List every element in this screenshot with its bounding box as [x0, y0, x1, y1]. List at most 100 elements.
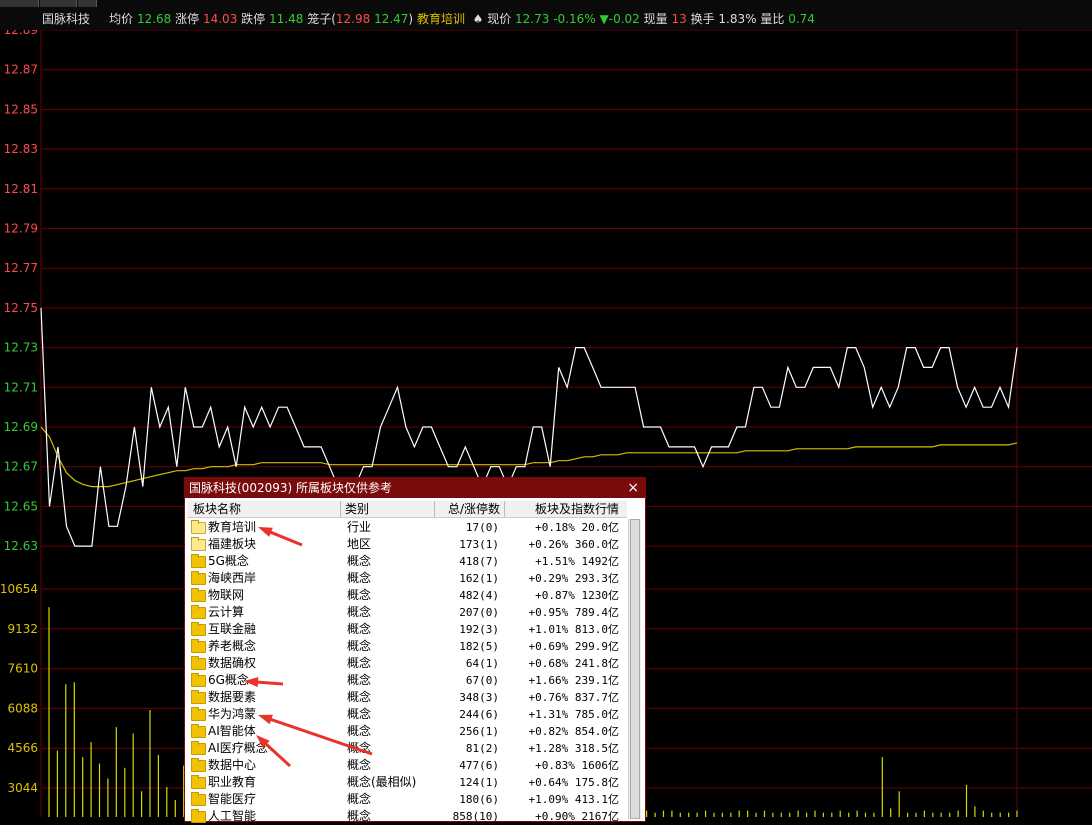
price-tick-label: 12.83 [4, 142, 38, 156]
sector-name: 互联金融 [208, 622, 257, 636]
dialog-scrollbar[interactable] [628, 519, 641, 819]
sector-name: 6G概念 [208, 673, 249, 687]
sector-count: 192(3) [459, 623, 499, 636]
list-item[interactable]: 数据要素 概念 348(3) +0.76% 837.7亿 [187, 689, 627, 706]
sector-category: 行业 [347, 520, 372, 534]
sector-dialog[interactable]: 国脉科技(002093) 所属板块仅供参考 × 板块名称 类别 总/涨停数 板块… [184, 477, 646, 825]
sector-category: 概念 [347, 673, 372, 687]
scroll-thumb[interactable] [630, 519, 640, 819]
list-item[interactable]: 数据确权 概念 64(1) +0.68% 241.8亿 [187, 655, 627, 672]
sector-category: 概念 [347, 656, 372, 670]
close-icon[interactable]: × [627, 478, 639, 498]
sector-name: 数据确权 [208, 656, 257, 670]
sector-quote: +0.82% 854.0亿 [528, 725, 619, 738]
sector-name: 海峡西岸 [208, 571, 257, 585]
folder-icon [191, 724, 206, 738]
list-item[interactable]: 教育培训 行业 17(0) +0.18% 20.0亿 [187, 519, 627, 536]
tab-refresh[interactable] [78, 0, 97, 7]
sector-count: 173(1) [459, 538, 499, 551]
sector-name: 数据要素 [208, 690, 257, 704]
sector-count: 182(5) [459, 640, 499, 653]
price-tick-label: 12.67 [4, 460, 38, 474]
folder-icon [191, 673, 206, 687]
turnover-label: 换手 [690, 12, 715, 26]
quote-info-bar: 国脉科技 均价 12.68 涨停 14.03 跌停 11.48 笼子(12.98… [0, 0, 1092, 30]
list-item[interactable]: 云计算 概念 207(0) +0.95% 789.4亿 [187, 604, 627, 621]
sector-count: 256(1) [459, 725, 499, 738]
folder-icon [191, 758, 206, 772]
col-header-name[interactable]: 板块名称 [187, 501, 341, 517]
price-tick-label: 12.87 [4, 63, 38, 77]
sector-count: 180(6) [459, 793, 499, 806]
sector-category: 概念 [347, 758, 372, 772]
avg-value: 12.68 [136, 12, 172, 26]
volume-tick-label: 7610 [7, 662, 38, 676]
sector-quote: +1.66% 239.1亿 [528, 674, 619, 687]
volume-tick-label: 10654 [0, 582, 38, 596]
stock-name[interactable]: 国脉科技 [42, 12, 90, 26]
sector-category: 概念 [347, 571, 372, 585]
price-tick-label: 12.77 [4, 261, 38, 275]
list-item[interactable]: 职业教育 概念(最相似) 124(1) +0.64% 175.8亿 [187, 774, 627, 791]
sector-name: 数据中心 [208, 758, 257, 772]
sector-list: 教育培训 行业 17(0) +0.18% 20.0亿 福建板块 地区 173(1) +0.26… [187, 519, 627, 825]
price-tick-label: 12.73 [4, 341, 38, 355]
change-pct: -0.16% [553, 12, 596, 26]
limit-up-label: 涨停 [175, 12, 200, 26]
sector-count: 17(0) [465, 521, 499, 534]
bidask-high: 12.98 [335, 12, 371, 26]
list-item[interactable]: AI智能体 概念 256(1) +0.82% 854.0亿 [187, 723, 627, 740]
view-tabs[interactable] [0, 0, 100, 7]
volume-value: 13 [671, 12, 687, 26]
sector-quote: +0.69% 299.9亿 [528, 640, 619, 653]
sector-category: 概念 [347, 792, 372, 806]
volume-tick-label: 4566 [7, 741, 38, 755]
bidask-low: 12.47 [374, 12, 409, 26]
list-item[interactable]: AI医疗概念 概念 81(2) +1.28% 318.5亿 [187, 740, 627, 757]
col-header-count[interactable]: 总/涨停数 [435, 501, 505, 517]
folder-icon [191, 520, 206, 534]
price-value: 12.73 [515, 12, 550, 26]
list-item[interactable]: 养老概念 概念 182(5) +0.69% 299.9亿 [187, 638, 627, 655]
list-item[interactable]: 6G概念 概念 67(0) +1.66% 239.1亿 [187, 672, 627, 689]
folder-icon [191, 741, 206, 755]
col-header-category[interactable]: 类别 [341, 501, 435, 517]
list-item[interactable]: 5G概念 概念 418(7) +1.51% 1492亿 [187, 553, 627, 570]
sector-name: 云计算 [208, 605, 245, 619]
sector-quote: +0.64% 175.8亿 [528, 776, 619, 789]
tab-kline[interactable] [40, 0, 77, 7]
tab-time[interactable] [0, 0, 39, 7]
folder-icon [191, 656, 206, 670]
sector-category: 概念 [347, 639, 372, 653]
list-item[interactable]: 互联金融 概念 192(3) +1.01% 813.0亿 [187, 621, 627, 638]
folder-icon [191, 622, 206, 636]
sector-name: 物联网 [208, 588, 245, 602]
dialog-titlebar[interactable]: 国脉科技(002093) 所属板块仅供参考 × [185, 478, 645, 498]
list-item[interactable]: 福建板块 地区 173(1) +0.26% 360.0亿 [187, 536, 627, 553]
sector-name: AI医疗概念 [208, 741, 268, 755]
sector-link[interactable]: 教育培训 [417, 12, 465, 26]
list-item[interactable]: 华为鸿蒙 概念 244(6) +1.31% 785.0亿 [187, 706, 627, 723]
sector-count: 482(4) [459, 589, 499, 602]
folder-icon [191, 588, 206, 602]
folder-icon [191, 775, 206, 789]
sector-category: 概念 [347, 707, 372, 721]
sector-count: 348(3) [459, 691, 499, 704]
folder-icon [191, 690, 206, 704]
sector-category: 概念 [347, 741, 372, 755]
col-header-quote[interactable]: 板块及指数行情 [505, 501, 627, 517]
sector-category: 概念 [347, 690, 372, 704]
sector-category: 概念 [347, 622, 372, 636]
sector-category: 概念 [347, 554, 372, 568]
sector-count: 207(0) [459, 606, 499, 619]
sector-name: 职业教育 [208, 775, 257, 789]
list-item[interactable]: 智能医疗 概念 180(6) +1.09% 413.1亿 [187, 791, 627, 808]
list-item[interactable]: 数据中心 概念 477(6) +0.83% 1606亿 [187, 757, 627, 774]
sector-quote: +1.28% 318.5亿 [528, 742, 619, 755]
list-item[interactable]: 物联网 概念 482(4) +0.87% 1230亿 [187, 587, 627, 604]
sector-name: 华为鸿蒙 [208, 707, 257, 721]
sector-quote: +0.68% 241.8亿 [528, 657, 619, 670]
list-item[interactable]: 海峡西岸 概念 162(1) +0.29% 293.3亿 [187, 570, 627, 587]
price-tick-label: 12.85 [4, 102, 38, 116]
folder-icon [191, 809, 206, 823]
